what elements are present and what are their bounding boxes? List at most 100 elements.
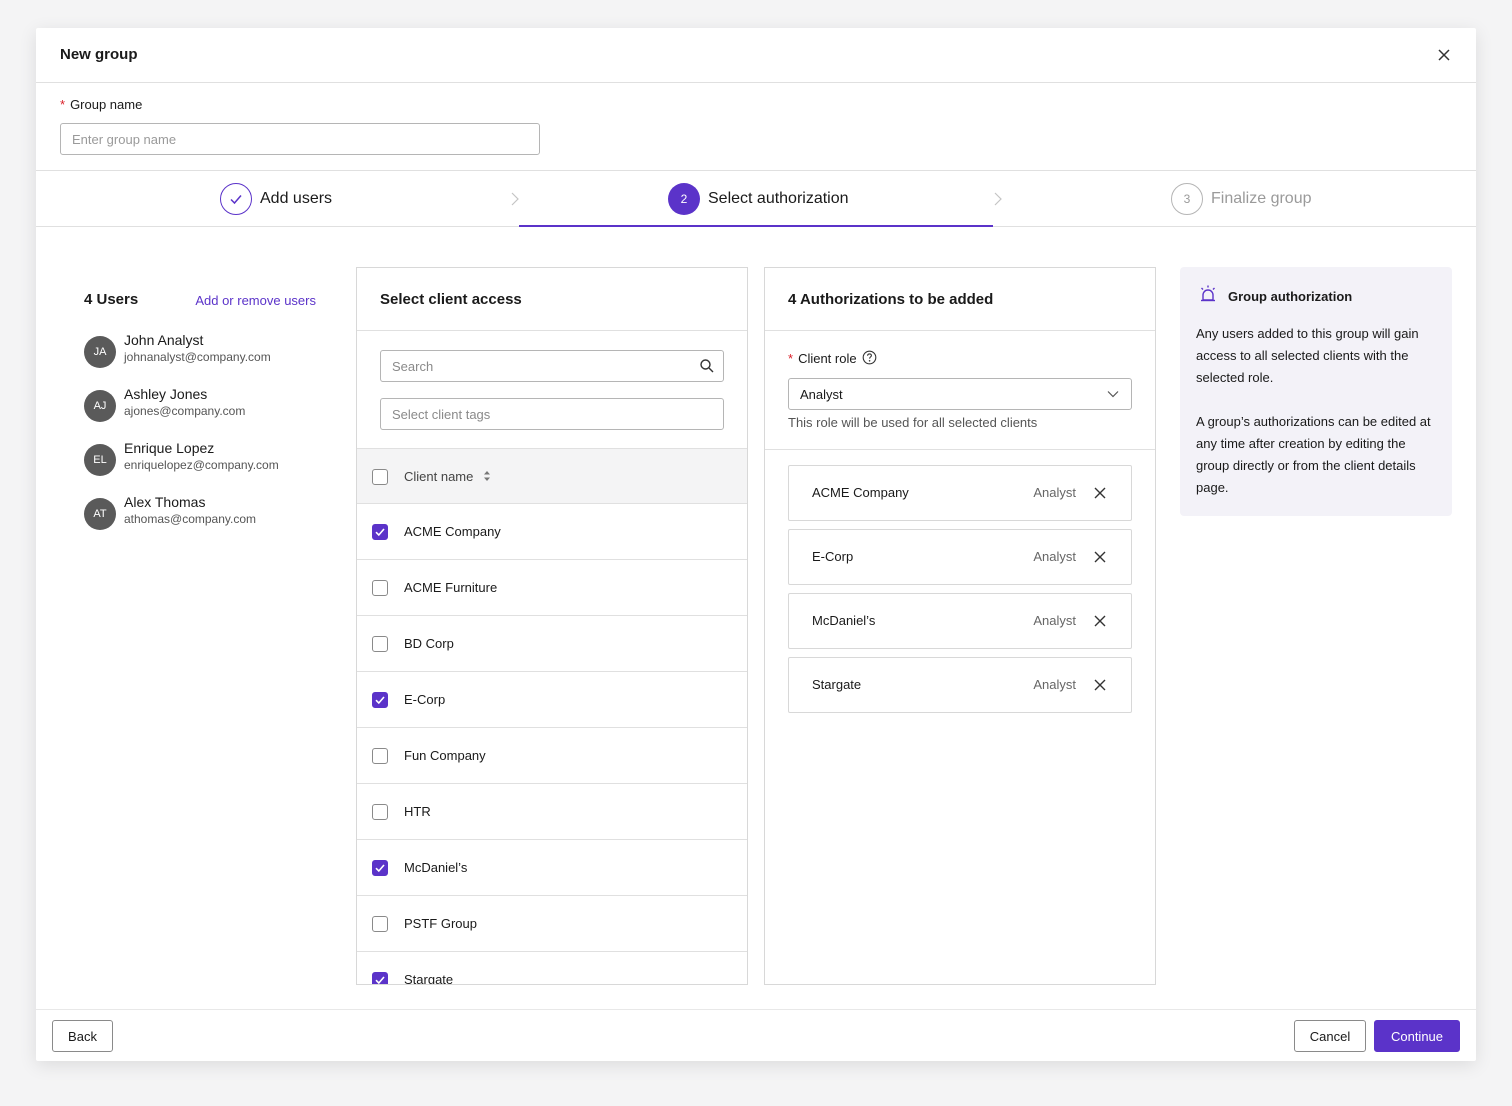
- user-item: AT Alex Thomas athomas@company.com: [84, 494, 316, 534]
- row-checkbox[interactable]: [372, 860, 388, 876]
- divider: [765, 449, 1155, 450]
- remove-icon[interactable]: [1093, 614, 1107, 628]
- client-name: BD Corp: [404, 636, 454, 651]
- divider: [765, 330, 1155, 331]
- client-role-helper-text: This role will be used for all selected …: [788, 415, 1038, 430]
- authorization-role: Analyst: [1033, 613, 1076, 628]
- table-row[interactable]: McDaniel’s: [357, 840, 747, 896]
- chevron-down-icon: [1107, 391, 1119, 398]
- active-step-indicator: [519, 225, 993, 227]
- client-search-input[interactable]: Search: [380, 350, 724, 382]
- checkmark-icon: [375, 864, 385, 873]
- row-checkbox[interactable]: [372, 692, 388, 708]
- client-role-label-text: Client role: [798, 351, 857, 366]
- authorization-role: Analyst: [1033, 549, 1076, 564]
- info-paragraph: A group’s authorizations can be edited a…: [1196, 414, 1431, 495]
- remove-icon[interactable]: [1093, 486, 1107, 500]
- users-count: 4 Users: [84, 291, 139, 308]
- client-access-panel: Select client access Search Select clien…: [356, 267, 748, 985]
- help-icon[interactable]: [862, 350, 877, 365]
- authorizations-title: 4 Authorizations to be added: [788, 291, 994, 308]
- user-name: Alex Thomas: [124, 494, 206, 510]
- avatar: AJ: [84, 390, 116, 422]
- back-button[interactable]: Back: [52, 1020, 113, 1052]
- select-all-checkbox[interactable]: [372, 469, 388, 485]
- step-label: Add users: [260, 190, 333, 207]
- group-name-input[interactable]: [60, 123, 540, 155]
- user-name: Ashley Jones: [124, 386, 208, 402]
- row-checkbox[interactable]: [372, 972, 388, 984]
- cancel-button[interactable]: Cancel: [1294, 1020, 1366, 1052]
- step-add-users[interactable]: Add users: [220, 171, 332, 227]
- user-email: johnanalyst@company.com: [124, 350, 271, 364]
- user-name: Enrique Lopez: [124, 440, 215, 456]
- row-checkbox[interactable]: [372, 524, 388, 540]
- client-name: McDaniel’s: [404, 860, 468, 875]
- table-row[interactable]: PSTF Group: [357, 896, 747, 952]
- new-group-modal: New group * Group name Add users 2 Select…: [36, 28, 1476, 1061]
- close-icon[interactable]: [1434, 45, 1454, 65]
- user-item: EL Enrique Lopez enriquelopez@company.co…: [84, 440, 316, 480]
- checkmark-icon: [375, 976, 385, 984]
- continue-button[interactable]: Continue: [1374, 1020, 1460, 1052]
- checkmark-icon: [375, 696, 385, 705]
- user-email: athomas@company.com: [124, 512, 257, 526]
- step-finalize-group[interactable]: 3 Finalize group: [1171, 171, 1312, 227]
- authorization-client-name: E-Corp: [812, 549, 854, 564]
- alarm-light-icon: [1201, 285, 1215, 302]
- client-role-select[interactable]: Analyst: [788, 378, 1132, 410]
- table-row[interactable]: BD Corp: [357, 616, 747, 672]
- modal-footer: Back Cancel Continue: [36, 1009, 1476, 1061]
- authorization-client-name: McDaniel’s: [812, 613, 876, 628]
- step-complete-icon: [220, 183, 252, 215]
- stepper: Add users 2 Select authorization 3 Final…: [36, 170, 1476, 227]
- step-number: 3: [1171, 183, 1203, 215]
- row-checkbox[interactable]: [372, 804, 388, 820]
- table-row[interactable]: ACME Company: [357, 504, 747, 560]
- required-mark: *: [60, 97, 66, 112]
- row-checkbox[interactable]: [372, 748, 388, 764]
- row-checkbox[interactable]: [372, 580, 388, 596]
- row-checkbox[interactable]: [372, 916, 388, 932]
- authorizations-panel: 4 Authorizations to be added * Client rol…: [764, 267, 1156, 985]
- client-name: Stargate: [404, 972, 454, 985]
- search-placeholder: Search: [392, 359, 434, 374]
- authorization-role: Analyst: [1033, 677, 1076, 692]
- user-email: enriquelopez@company.com: [124, 458, 279, 472]
- client-name: HTR: [404, 804, 431, 819]
- step-label: Select authorization: [708, 190, 849, 207]
- group-authorization-info: Group authorization Any users added to t…: [1180, 267, 1452, 516]
- authorization-item: ACME Company Analyst: [788, 465, 1132, 521]
- row-checkbox[interactable]: [372, 636, 388, 652]
- group-name-label-text: Group name: [70, 97, 143, 112]
- remove-icon[interactable]: [1093, 550, 1107, 564]
- column-header-client-name[interactable]: Client name: [404, 469, 473, 484]
- user-name: John Analyst: [124, 332, 204, 348]
- step-label: Finalize group: [1211, 190, 1312, 207]
- table-row[interactable]: ACME Furniture: [357, 560, 747, 616]
- table-row[interactable]: Fun Company: [357, 728, 747, 784]
- step-select-authorization[interactable]: 2 Select authorization: [668, 171, 849, 227]
- add-remove-users-link[interactable]: Add or remove users: [195, 293, 316, 308]
- info-title: Group authorization: [1228, 289, 1353, 304]
- authorization-item: E-Corp Analyst: [788, 529, 1132, 585]
- table-row[interactable]: E-Corp: [357, 672, 747, 728]
- client-role-label: * Client role: [788, 351, 857, 366]
- modal-title: New group: [60, 46, 138, 63]
- sort-icon[interactable]: [482, 469, 492, 483]
- client-role-value: Analyst: [800, 387, 843, 402]
- table-header: Client name: [357, 448, 747, 504]
- authorization-item: McDaniel’s Analyst: [788, 593, 1132, 649]
- remove-icon[interactable]: [1093, 678, 1107, 692]
- authorization-client-name: Stargate: [812, 677, 862, 692]
- table-row[interactable]: Stargate: [357, 952, 747, 985]
- authorization-client-name: ACME Company: [812, 485, 909, 500]
- client-name: ACME Company: [404, 524, 501, 539]
- table-row[interactable]: HTR: [357, 784, 747, 840]
- avatar: AT: [84, 498, 116, 530]
- authorization-role: Analyst: [1033, 485, 1076, 500]
- client-name: Fun Company: [404, 748, 486, 763]
- client-tags-select[interactable]: Select client tags: [380, 398, 724, 430]
- search-icon: [700, 359, 714, 373]
- checkmark-icon: [375, 528, 385, 537]
